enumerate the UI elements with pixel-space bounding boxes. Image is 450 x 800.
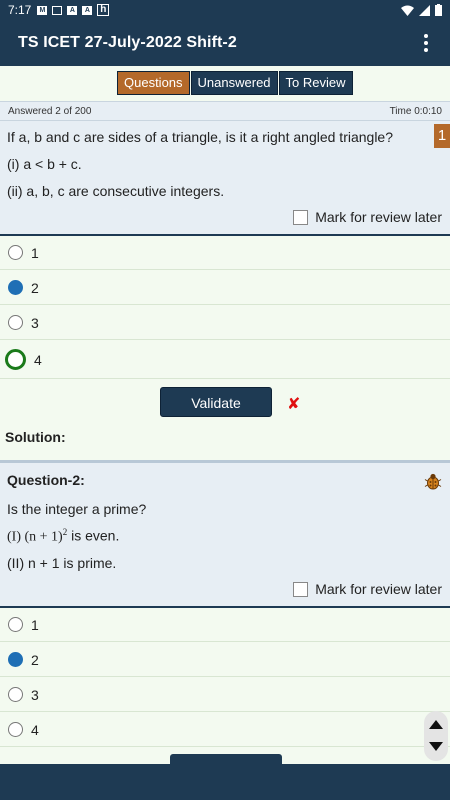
radio-selected-icon bbox=[8, 652, 23, 667]
mark-review-label: Mark for review later bbox=[315, 581, 442, 597]
tab-to-review[interactable]: To Review bbox=[278, 71, 353, 95]
mark-review-checkbox-q2[interactable]: Mark for review later bbox=[293, 581, 442, 597]
option-label: 3 bbox=[31, 314, 39, 331]
wifi-icon bbox=[401, 5, 414, 16]
question-2-header: Question-2: bbox=[7, 472, 85, 488]
tab-questions[interactable]: Questions bbox=[117, 71, 190, 95]
q1-option-1[interactable]: 1 bbox=[0, 236, 450, 270]
statement-text: (I) (n + 1) bbox=[7, 529, 63, 545]
status-bar: 7:17 M A A h bbox=[0, 0, 450, 20]
app-a2-notification-icon: A bbox=[82, 5, 93, 15]
system-navigation-bar bbox=[0, 764, 450, 800]
question-1-statement-2: (ii) a, b, c are consecutive integers. bbox=[7, 183, 225, 199]
scroll-up-icon[interactable] bbox=[429, 720, 443, 729]
tab-unanswered[interactable]: Unanswered bbox=[190, 71, 278, 95]
question-2-statement-1: (I) (n + 1)2 is even. bbox=[7, 527, 119, 546]
option-label: 2 bbox=[31, 279, 39, 296]
q2-option-3[interactable]: 3 bbox=[0, 678, 450, 712]
checkbox-icon bbox=[293, 581, 309, 597]
elapsed-time: Time 0:0:10 bbox=[389, 105, 442, 117]
mark-review-checkbox-q1[interactable]: Mark for review later bbox=[293, 209, 442, 225]
question-1-statement-1: (i) a < b + c. bbox=[7, 156, 82, 172]
radio-icon bbox=[8, 687, 23, 702]
wrong-answer-icon: ✘ bbox=[287, 396, 301, 413]
app-h-notification-icon: h bbox=[97, 4, 110, 16]
app-title: TS ICET 27-July-2022 Shift-2 bbox=[18, 34, 237, 51]
q1-option-2[interactable]: 2 bbox=[0, 271, 450, 305]
report-bug-icon[interactable] bbox=[424, 472, 442, 490]
question-number-badge: 1 bbox=[434, 124, 450, 148]
gallery-notification-icon bbox=[52, 5, 63, 15]
q2-option-4[interactable]: 4 bbox=[0, 713, 450, 747]
app-bar: TS ICET 27-July-2022 Shift-2 bbox=[0, 20, 450, 66]
q1-option-4[interactable]: 4 bbox=[0, 341, 450, 379]
question-2-text: Is the integer a prime? bbox=[7, 501, 147, 517]
overflow-menu-icon[interactable] bbox=[420, 28, 432, 58]
signal-icon bbox=[419, 4, 430, 16]
radio-icon bbox=[8, 245, 23, 260]
option-label: 1 bbox=[31, 616, 39, 633]
scroll-down-icon[interactable] bbox=[429, 742, 443, 751]
option-label: 4 bbox=[31, 721, 39, 738]
status-time: 7:17 bbox=[8, 3, 32, 17]
question-1-text: If a, b and c are sides of a triangle, i… bbox=[7, 129, 394, 145]
scroll-control bbox=[424, 711, 448, 761]
battery-icon bbox=[435, 4, 442, 16]
option-label: 4 bbox=[34, 351, 42, 368]
solution-label: Solution: bbox=[5, 429, 66, 445]
progress-info-bar: Answered 2 of 200 Time 0:0:10 bbox=[0, 101, 450, 121]
radio-selected-icon bbox=[8, 280, 23, 295]
radio-icon bbox=[8, 722, 23, 737]
question-2-statement-2: (II) n + 1 is prime. bbox=[7, 555, 117, 571]
status-right-icons bbox=[401, 4, 442, 16]
statement-text: is even. bbox=[67, 527, 120, 544]
correct-answer-radio-icon bbox=[5, 349, 26, 370]
q1-option-3[interactable]: 3 bbox=[0, 306, 450, 340]
radio-icon bbox=[8, 315, 23, 330]
validate-button[interactable]: Validate bbox=[160, 387, 272, 417]
option-label: 2 bbox=[31, 651, 39, 668]
app-a-notification-icon: A bbox=[67, 5, 78, 15]
q2-option-2[interactable]: 2 bbox=[0, 643, 450, 677]
answered-count: Answered 2 of 200 bbox=[8, 105, 92, 117]
option-label: 3 bbox=[31, 686, 39, 703]
gmail-notification-icon: M bbox=[37, 5, 48, 15]
radio-icon bbox=[8, 617, 23, 632]
filter-tabs: Questions Unanswered To Review bbox=[117, 71, 353, 95]
mark-review-label: Mark for review later bbox=[315, 209, 442, 225]
checkbox-icon bbox=[293, 209, 309, 225]
q2-option-1[interactable]: 1 bbox=[0, 608, 450, 642]
option-label: 1 bbox=[31, 244, 39, 261]
